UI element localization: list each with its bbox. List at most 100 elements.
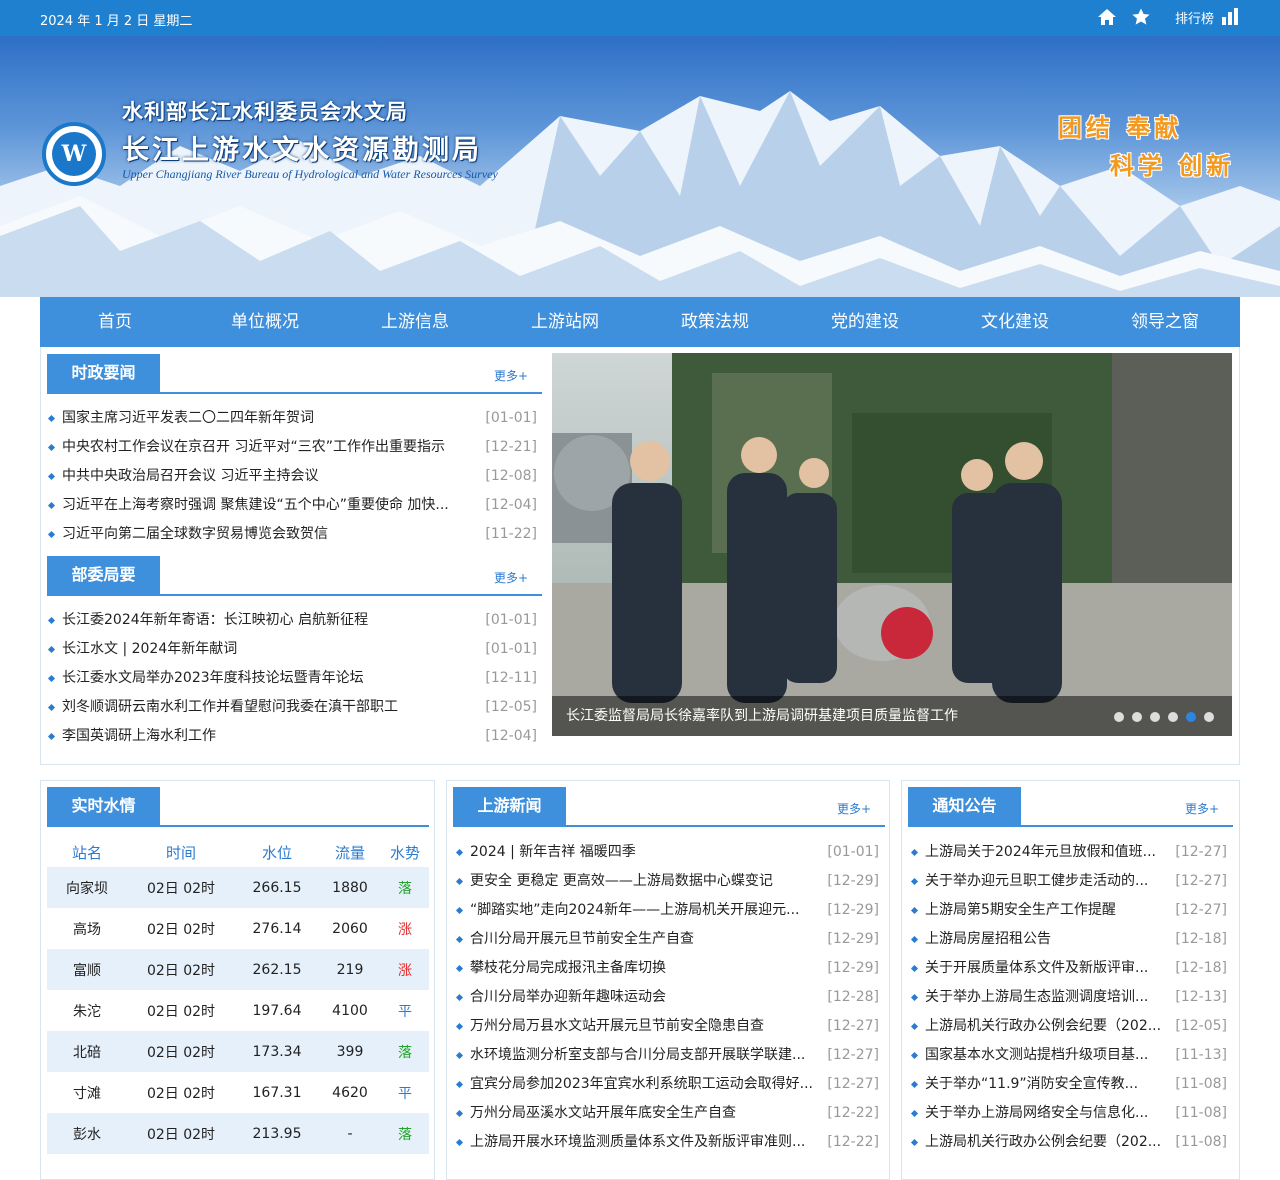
- list-item[interactable]: 李国英调研上海水利工作 [12-04]: [47, 722, 537, 751]
- list-item[interactable]: 上游局关于2024年元旦放假和值班... [12-27]: [910, 838, 1227, 867]
- list-item-title[interactable]: 宜宾分局参加2023年宜宾水利系统职工运动会取得好...: [470, 1070, 820, 1099]
- list-item-title[interactable]: 国家主席习近平发表二〇二四年新年贺词: [62, 404, 472, 433]
- list-item-title[interactable]: 中共中央政治局召开会议 习近平主持会议: [62, 462, 472, 491]
- table-row[interactable]: 富顺 02日 02时 262.15 219 涨: [47, 949, 429, 990]
- slide-dot[interactable]: [1114, 712, 1124, 722]
- list-item-title[interactable]: 水环境监测分析室支部与合川分局支部开展联学联建...: [470, 1041, 820, 1070]
- list-item-title[interactable]: 关于开展质量体系文件及新版评审...: [925, 954, 1170, 983]
- list-item[interactable]: 国家主席习近平发表二〇二四年新年贺词 [01-01]: [47, 404, 537, 433]
- list-item-title[interactable]: 李国英调研上海水利工作: [62, 722, 472, 751]
- table-row[interactable]: 寸滩 02日 02时 167.31 4620 平: [47, 1072, 429, 1113]
- politics-title[interactable]: 时政要闻: [47, 354, 160, 392]
- list-item[interactable]: 关于开展质量体系文件及新版评审... [12-18]: [910, 954, 1227, 983]
- list-item[interactable]: 关于举办上游局网络安全与信息化... [11-08]: [910, 1099, 1227, 1128]
- list-item-title[interactable]: 中央农村工作会议在京召开 习近平对“三农”工作作出重要指示: [62, 433, 472, 462]
- list-item-title[interactable]: 国家基本水文测站提档升级项目基...: [925, 1041, 1170, 1070]
- list-item-title[interactable]: 上游局房屋招租公告: [925, 925, 1170, 954]
- list-item-title[interactable]: 合川分局开展元旦节前安全生产自查: [470, 925, 820, 954]
- list-item-title[interactable]: 上游局机关行政办公例会纪要（202...: [925, 1012, 1170, 1041]
- politics-more-link[interactable]: 更多+: [494, 367, 528, 384]
- list-item[interactable]: 关于举办迎元旦职工健步走活动的... [12-27]: [910, 867, 1227, 896]
- list-item[interactable]: 关于举办上游局生态监测调度培训... [12-13]: [910, 983, 1227, 1012]
- list-item[interactable]: 合川分局举办迎新年趣味运动会 [12-28]: [455, 983, 879, 1012]
- nav-item-station-network[interactable]: 上游站网: [490, 297, 640, 347]
- list-item-title[interactable]: 万州分局巫溪水文站开展年底安全生产自查: [470, 1099, 820, 1128]
- star-icon[interactable]: [1131, 7, 1151, 27]
- list-item-title[interactable]: 2024 | 新年吉祥 福暖四季: [470, 838, 820, 867]
- list-item[interactable]: 刘冬顺调研云南水利工作并看望慰问我委在滇干部职工 [12-05]: [47, 693, 537, 722]
- list-item[interactable]: 水环境监测分析室支部与合川分局支部开展联学联建... [12-27]: [455, 1041, 879, 1070]
- nav-item-home[interactable]: 首页: [40, 297, 190, 347]
- notices-more-link[interactable]: 更多+: [1185, 800, 1219, 817]
- home-icon[interactable]: [1097, 7, 1117, 27]
- slide-dot[interactable]: [1150, 712, 1160, 722]
- nav-item-overview[interactable]: 单位概况: [190, 297, 340, 347]
- list-item-title[interactable]: 长江委水文局举办2023年度科技论坛暨青年论坛: [62, 664, 472, 693]
- table-row[interactable]: 北碚 02日 02时 173.34 399 落: [47, 1031, 429, 1072]
- slide-dot[interactable]: [1168, 712, 1178, 722]
- nav-item-party[interactable]: 党的建设: [790, 297, 940, 347]
- list-item[interactable]: 上游局机关行政办公例会纪要（202... [11-08]: [910, 1128, 1227, 1157]
- list-item-title[interactable]: 关于举办“11.9”消防安全宣传教...: [925, 1070, 1170, 1099]
- list-item[interactable]: 上游局开展水环境监测质量体系文件及新版评审准则... [12-22]: [455, 1128, 879, 1157]
- list-item[interactable]: 2024 | 新年吉祥 福暖四季 [01-01]: [455, 838, 879, 867]
- slide-dot[interactable]: [1132, 712, 1142, 722]
- list-item[interactable]: 万州分局巫溪水文站开展年底安全生产自查 [12-22]: [455, 1099, 879, 1128]
- list-item-title[interactable]: 刘冬顺调研云南水利工作并看望慰问我委在滇干部职工: [62, 693, 472, 722]
- list-item-title[interactable]: 长江水文 | 2024年新年献词: [62, 635, 472, 664]
- ministry-more-link[interactable]: 更多+: [494, 569, 528, 586]
- list-item-title[interactable]: 关于举办上游局网络安全与信息化...: [925, 1099, 1170, 1128]
- list-item[interactable]: 长江委水文局举办2023年度科技论坛暨青年论坛 [12-11]: [47, 664, 537, 693]
- water-title[interactable]: 实时水情: [47, 787, 160, 825]
- list-item[interactable]: 习近平在上海考察时强调 聚焦建设“五个中心”重要使命 加快... [12-04]: [47, 491, 537, 520]
- news-slideshow[interactable]: 长江委监督局局长徐嘉率队到上游局调研基建项目质量监督工作: [552, 353, 1232, 736]
- slide-dot[interactable]: [1204, 712, 1214, 722]
- bureau-logo[interactable]: W: [42, 122, 106, 186]
- list-item[interactable]: 宜宾分局参加2023年宜宾水利系统职工运动会取得好... [12-27]: [455, 1070, 879, 1099]
- table-row[interactable]: 彭水 02日 02时 213.95- 落: [47, 1113, 429, 1154]
- list-item[interactable]: 攀枝花分局完成报汛主备库切换 [12-29]: [455, 954, 879, 983]
- list-item-title[interactable]: 上游局第5期安全生产工作提醒: [925, 896, 1170, 925]
- table-row[interactable]: 向家坝 02日 02时 266.15 1880 落: [47, 867, 429, 908]
- list-item-title[interactable]: 上游局机关行政办公例会纪要（202...: [925, 1128, 1170, 1157]
- list-item-title[interactable]: 攀枝花分局完成报汛主备库切换: [470, 954, 820, 983]
- slide-dot[interactable]: [1186, 712, 1196, 722]
- nav-item-policy[interactable]: 政策法规: [640, 297, 790, 347]
- list-item[interactable]: 中央农村工作会议在京召开 习近平对“三农”工作作出重要指示 [12-21]: [47, 433, 537, 462]
- list-item[interactable]: 更安全 更稳定 更高效——上游局数据中心蝶变记 [12-29]: [455, 867, 879, 896]
- list-item-title[interactable]: 习近平在上海考察时强调 聚焦建设“五个中心”重要使命 加快...: [62, 491, 472, 520]
- rank-link[interactable]: 排行榜: [1175, 7, 1240, 27]
- list-item-title[interactable]: 合川分局举办迎新年趣味运动会: [470, 983, 820, 1012]
- list-item-title[interactable]: 万州分局万县水文站开展元旦节前安全隐患自查: [470, 1012, 820, 1041]
- list-item-title[interactable]: 更安全 更稳定 更高效——上游局数据中心蝶变记: [470, 867, 820, 896]
- list-item[interactable]: 中共中央政治局召开会议 习近平主持会议 [12-08]: [47, 462, 537, 491]
- list-item[interactable]: 国家基本水文测站提档升级项目基... [11-13]: [910, 1041, 1227, 1070]
- list-item-title[interactable]: 长江委2024年新年寄语：长江映初心 启航新征程: [62, 606, 472, 635]
- table-row[interactable]: 朱沱 02日 02时 197.64 4100 平: [47, 990, 429, 1031]
- ministry-title[interactable]: 部委局要闻: [47, 556, 160, 622]
- list-item[interactable]: 上游局房屋招租公告 [12-18]: [910, 925, 1227, 954]
- list-item-title[interactable]: 关于举办上游局生态监测调度培训...: [925, 983, 1170, 1012]
- upnews-more-link[interactable]: 更多+: [837, 800, 871, 817]
- slideshow-caption[interactable]: 长江委监督局局长徐嘉率队到上游局调研基建项目质量监督工作: [566, 705, 958, 725]
- nav-item-culture[interactable]: 文化建设: [940, 297, 1090, 347]
- list-item[interactable]: 长江水文 | 2024年新年献词 [01-01]: [47, 635, 537, 664]
- list-item[interactable]: 关于举办“11.9”消防安全宣传教... [11-08]: [910, 1070, 1227, 1099]
- list-item-title[interactable]: 上游局关于2024年元旦放假和值班...: [925, 838, 1170, 867]
- list-item-title[interactable]: “脚踏实地”走向2024新年——上游局机关开展迎元...: [470, 896, 820, 925]
- upnews-title[interactable]: 上游新闻: [453, 787, 566, 825]
- list-item-title[interactable]: 习近平向第二届全球数字贸易博览会致贺信: [62, 520, 472, 549]
- table-row[interactable]: 高场 02日 02时 276.14 2060 涨: [47, 908, 429, 949]
- list-item[interactable]: 上游局第5期安全生产工作提醒 [12-27]: [910, 896, 1227, 925]
- nav-item-leadership[interactable]: 领导之窗: [1090, 297, 1240, 347]
- notices-title[interactable]: 通知公告: [908, 787, 1021, 825]
- list-item-title[interactable]: 关于举办迎元旦职工健步走活动的...: [925, 867, 1170, 896]
- list-item[interactable]: 上游局机关行政办公例会纪要（202... [12-05]: [910, 1012, 1227, 1041]
- list-item-title[interactable]: 上游局开展水环境监测质量体系文件及新版评审准则...: [470, 1128, 820, 1157]
- list-item[interactable]: 万州分局万县水文站开展元旦节前安全隐患自查 [12-27]: [455, 1012, 879, 1041]
- nav-item-upstream-info[interactable]: 上游信息: [340, 297, 490, 347]
- list-item[interactable]: “脚踏实地”走向2024新年——上游局机关开展迎元... [12-29]: [455, 896, 879, 925]
- list-item[interactable]: 习近平向第二届全球数字贸易博览会致贺信 [11-22]: [47, 520, 537, 549]
- list-item[interactable]: 合川分局开展元旦节前安全生产自查 [12-29]: [455, 925, 879, 954]
- list-item[interactable]: 长江委2024年新年寄语：长江映初心 启航新征程 [01-01]: [47, 606, 537, 635]
